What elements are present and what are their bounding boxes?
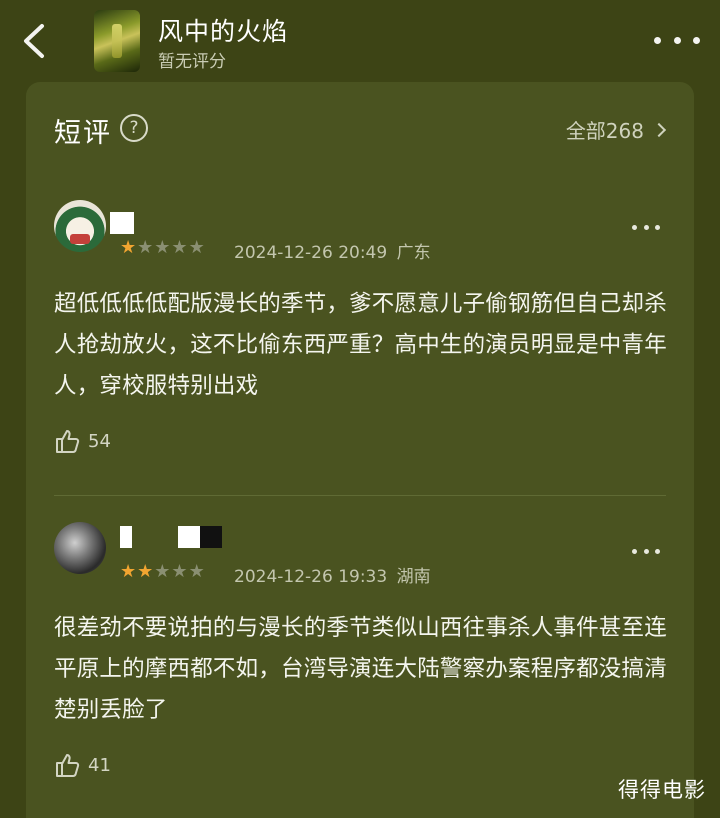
review-date: 2024-12-26 19:33 xyxy=(234,567,388,587)
review-item: ★ ★ ★ ★ ★ 2024-12-26 20:49 广东 超低低低低配版漫长的… xyxy=(26,200,694,490)
like-button[interactable]: 41 xyxy=(54,752,111,778)
star-icon: ★ xyxy=(120,561,137,582)
more-dots-icon xyxy=(632,224,637,230)
star-icon: ★ xyxy=(120,237,137,258)
review-more-button[interactable] xyxy=(632,546,660,556)
like-count: 54 xyxy=(88,430,111,452)
star-icon: ★ xyxy=(137,561,154,582)
username-redacted xyxy=(110,212,134,234)
like-button[interactable]: 54 xyxy=(54,428,111,454)
thumbs-up-icon xyxy=(56,430,80,453)
divider xyxy=(54,495,666,496)
star-icon: ★ xyxy=(137,237,154,258)
short-reviews-card: 短评 ? 全部268 ★ ★ ★ ★ ★ 2024-12-26 20:49 广东… xyxy=(26,82,694,818)
review-meta: 2024-12-26 20:49 广东 xyxy=(234,238,431,263)
more-dots-icon xyxy=(632,548,637,554)
star-icon: ★ xyxy=(188,561,205,582)
star-icon: ★ xyxy=(188,237,205,258)
back-button[interactable] xyxy=(18,20,52,62)
all-reviews-label: 全部268 xyxy=(565,119,644,143)
watermark: 得得电影 xyxy=(618,778,706,802)
username-redacted xyxy=(120,526,132,548)
star-icon: ★ xyxy=(171,561,188,582)
more-options-button[interactable] xyxy=(654,28,700,52)
movie-rating-status: 暂无评分 xyxy=(158,52,226,72)
avatar[interactable] xyxy=(54,200,106,252)
review-more-button[interactable] xyxy=(632,222,660,232)
review-date: 2024-12-26 20:49 xyxy=(234,243,388,263)
question-circle-icon[interactable]: ? xyxy=(120,114,148,142)
chevron-right-icon xyxy=(651,122,667,137)
movie-title: 风中的火焰 xyxy=(158,17,289,46)
review-location: 广东 xyxy=(396,243,431,263)
chevron-left-icon xyxy=(24,24,44,58)
star-icon: ★ xyxy=(154,561,171,582)
top-bar: 风中的火焰 暂无评分 xyxy=(0,0,720,82)
username-redacted xyxy=(200,526,222,548)
review-location: 湖南 xyxy=(396,567,431,587)
username-redacted xyxy=(178,526,200,548)
thumbs-up-icon xyxy=(56,754,80,777)
star-icon: ★ xyxy=(171,237,188,258)
section-title: 短评 xyxy=(54,118,112,149)
star-rating: ★ ★ ★ ★ ★ xyxy=(120,238,205,258)
review-item: ★ ★ ★ ★ ★ 2024-12-26 19:33 湖南 很差劲不要说拍的与漫… xyxy=(26,522,694,818)
review-meta: 2024-12-26 19:33 湖南 xyxy=(234,562,431,587)
review-content: 超低低低低配版漫长的季节，爹不愿意儿子偷钢筋但自己却杀人抢劫放火，这不比偷东西严… xyxy=(54,291,667,399)
movie-poster-thumbnail[interactable] xyxy=(94,10,140,72)
star-icon: ★ xyxy=(154,237,171,258)
star-rating: ★ ★ ★ ★ ★ xyxy=(120,562,205,582)
more-dots-icon xyxy=(654,36,661,44)
avatar[interactable] xyxy=(54,522,106,574)
like-count: 41 xyxy=(88,754,111,776)
all-reviews-link[interactable]: 全部268 xyxy=(565,115,667,144)
review-content: 很差劲不要说拍的与漫长的季节类似山西往事杀人事件甚至连平原上的摩西都不如，台湾导… xyxy=(54,615,667,723)
